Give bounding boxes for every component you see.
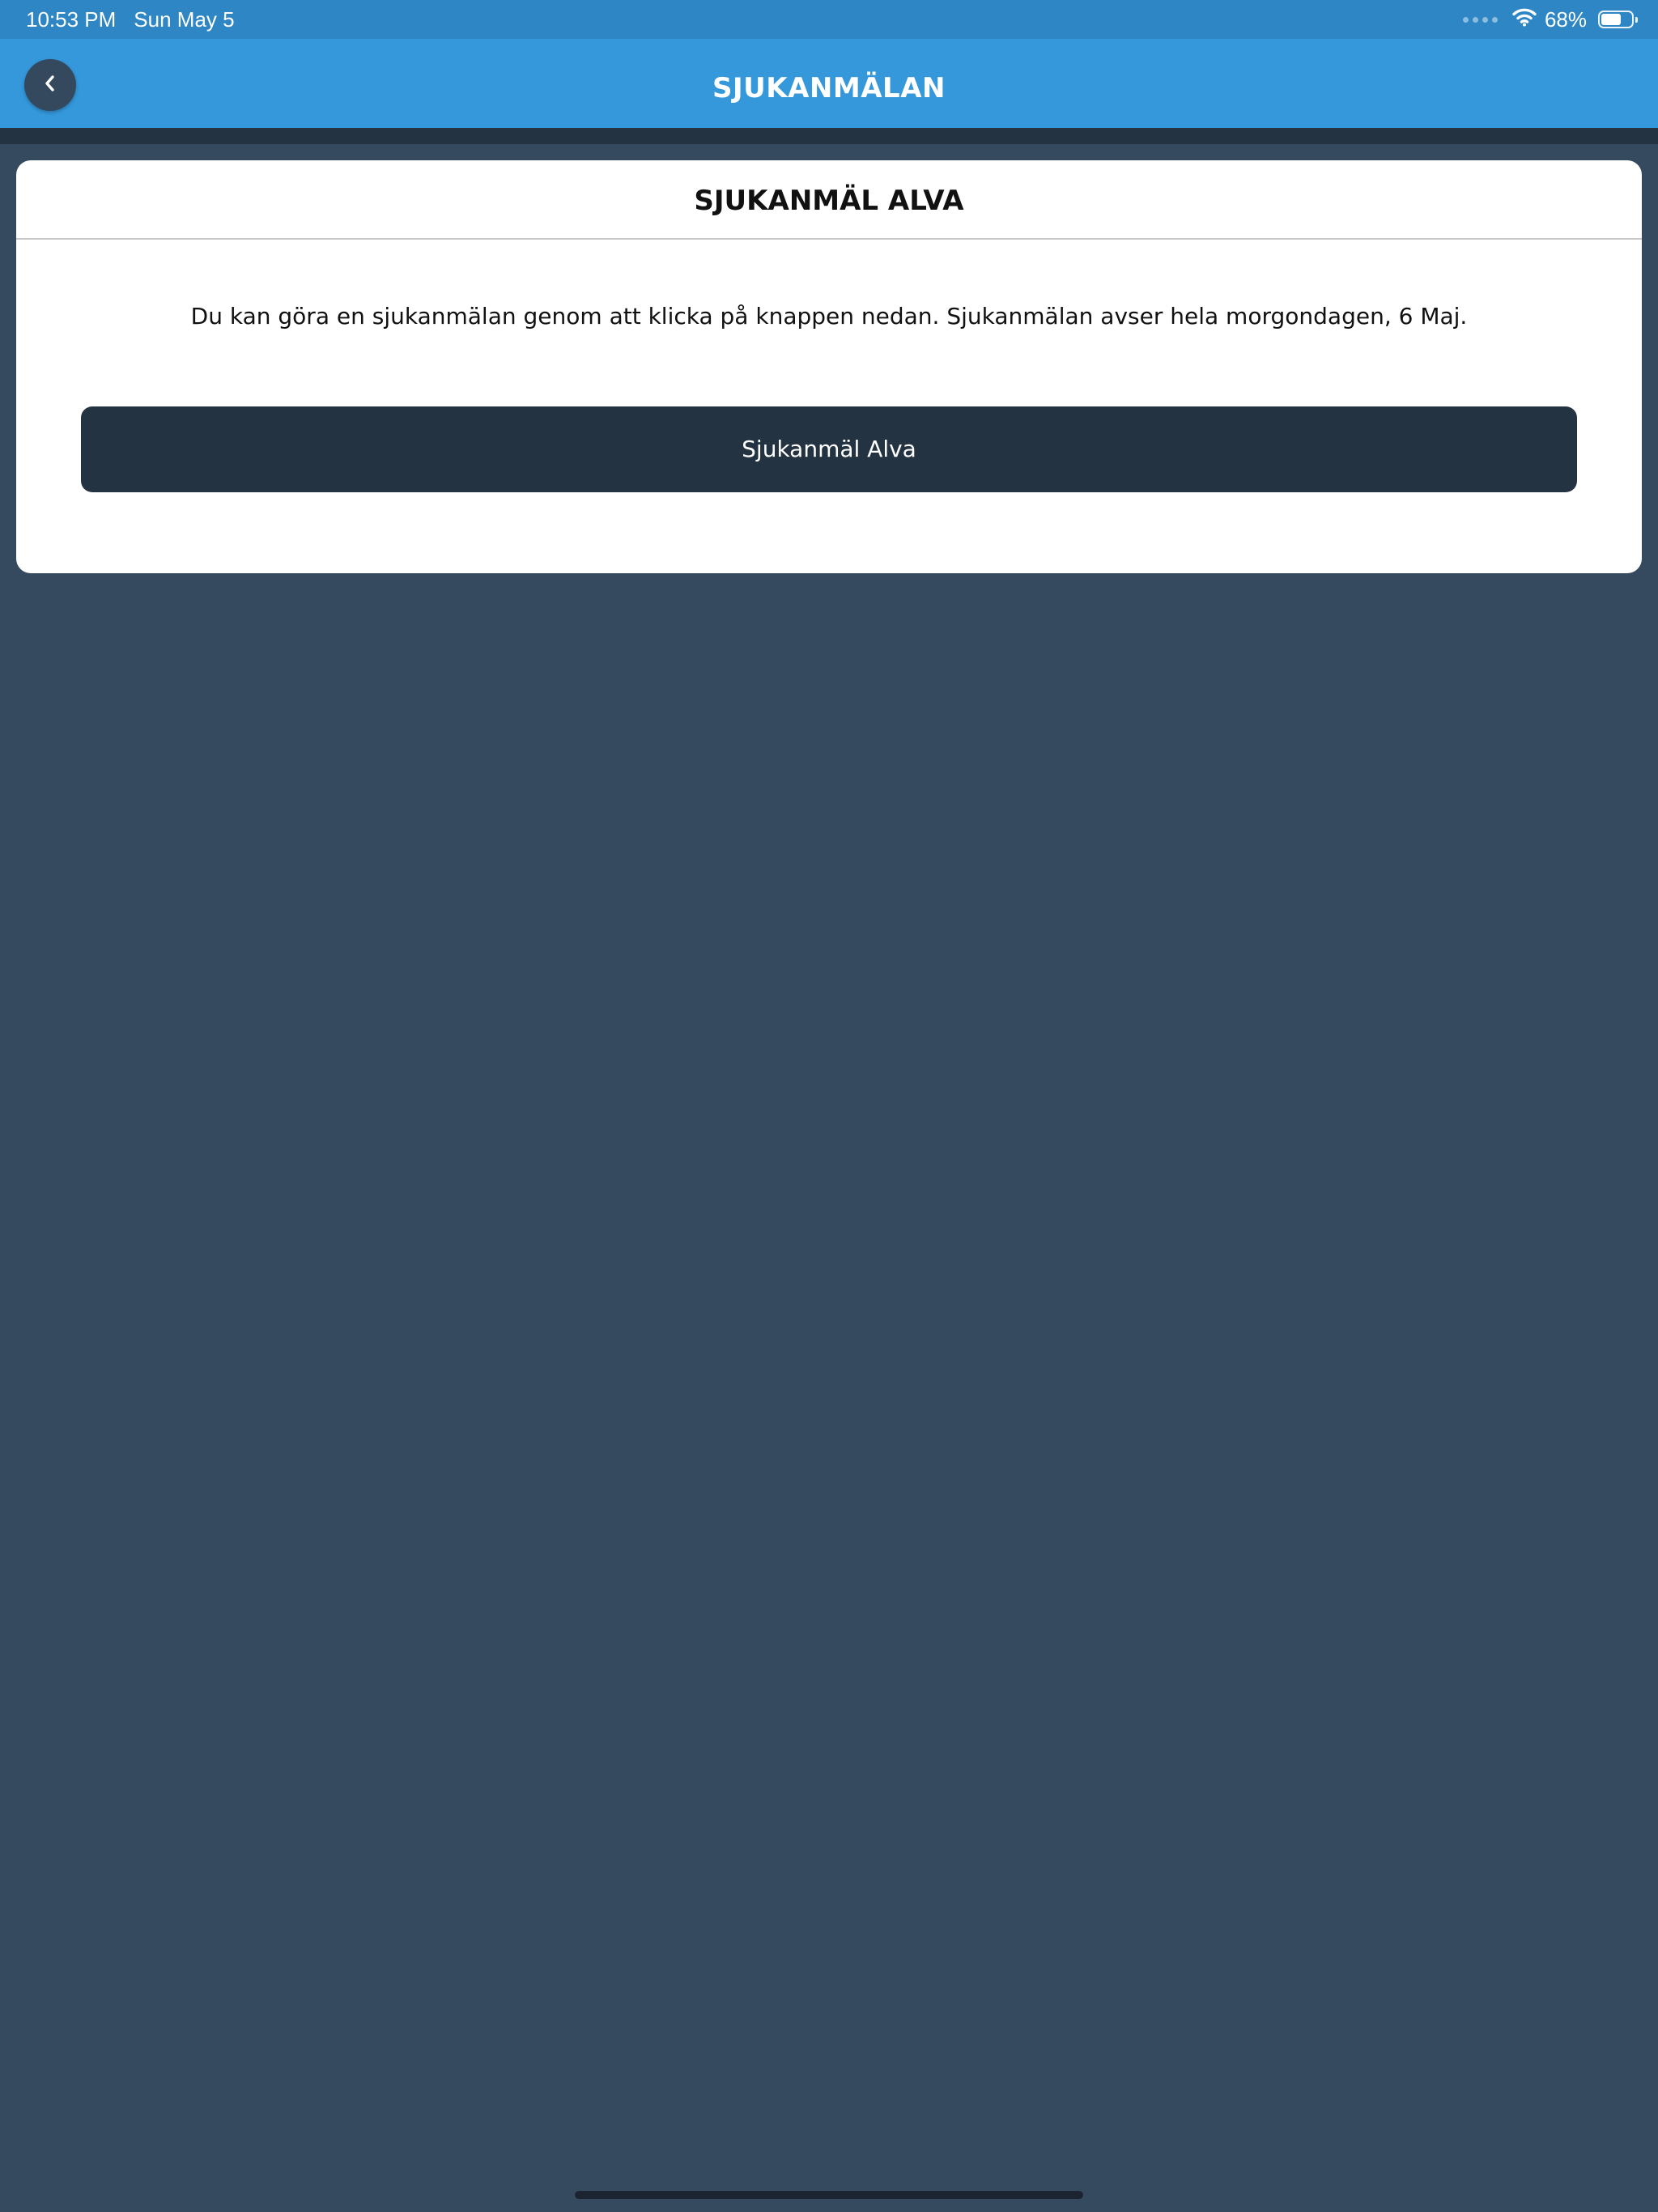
report-sick-button[interactable]: Sjukanmäl Alva: [81, 406, 1577, 492]
page-title: SJUKANMÄLAN: [712, 72, 946, 104]
cellular-signal-icon: [1462, 16, 1498, 23]
sick-report-card: SJUKANMÄL ALVA Du kan göra en sjukanmäla…: [16, 160, 1642, 573]
wifi-icon: [1512, 7, 1537, 32]
status-indicators: 68%: [1462, 6, 1638, 32]
battery-icon: [1598, 11, 1638, 28]
status-time-date: 10:53 PM Sun May 5: [26, 6, 235, 32]
battery-percent: 68%: [1544, 6, 1587, 32]
back-button[interactable]: [24, 59, 76, 111]
status-bar: 10:53 PM Sun May 5 68%: [0, 0, 1658, 39]
home-indicator[interactable]: [575, 2191, 1083, 2199]
nav-divider: [0, 128, 1658, 144]
status-date: Sun May 5: [134, 7, 235, 32]
card-title: SJUKANMÄL ALVA: [16, 160, 1642, 240]
navigation-bar: SJUKANMÄLAN: [0, 39, 1658, 128]
status-time: 10:53 PM: [26, 7, 117, 32]
chevron-left-icon: [42, 73, 58, 98]
card-description: Du kan göra en sjukanmälan genom att kli…: [190, 303, 1468, 330]
battery-level-fill: [1601, 14, 1621, 25]
